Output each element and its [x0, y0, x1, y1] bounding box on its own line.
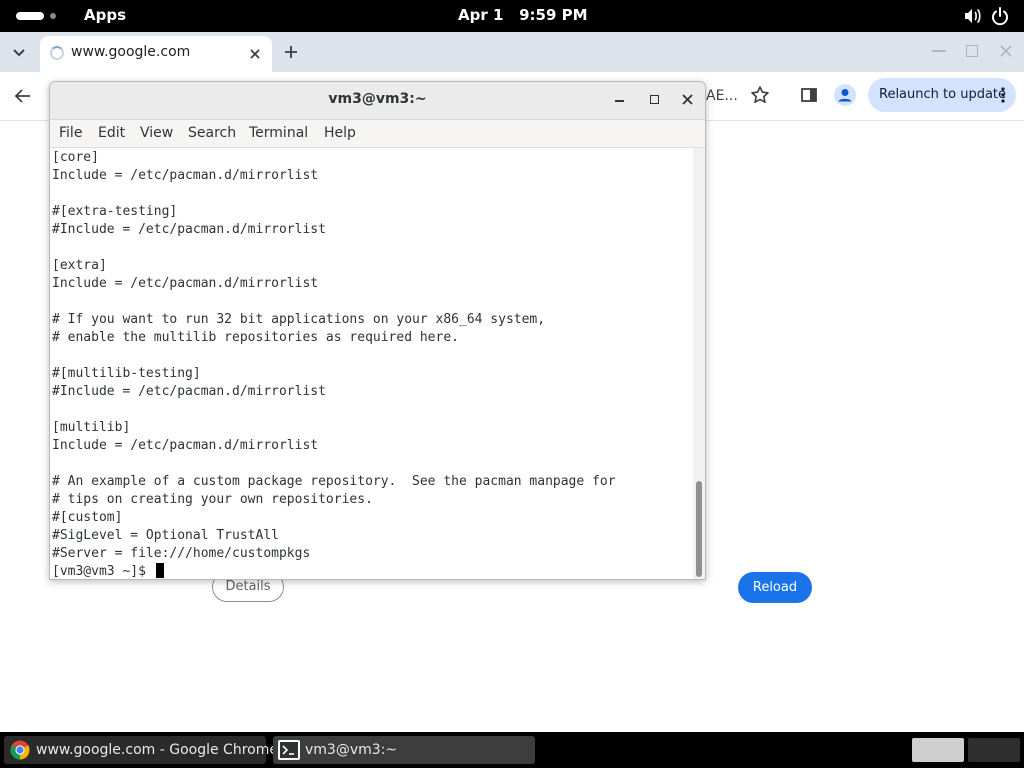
workspace-indicator — [50, 13, 56, 19]
close-tab-icon[interactable] — [247, 46, 263, 62]
tab-title: www.google.com — [71, 44, 191, 60]
back-arrow-icon[interactable] — [13, 86, 33, 106]
terminal-prompt-line[interactable]: [vm3@vm3 ~]$ — [52, 563, 616, 579]
terminal-line: # tips on creating your own repositories… — [52, 492, 373, 507]
taskbar-chrome-label: www.google.com - Google Chrome — [36, 742, 278, 758]
terminal-app-icon — [278, 740, 300, 760]
terminal-lines: [core] Include = /etc/pacman.d/mirrorlist… — [52, 149, 616, 579]
terminal-menubar: File Edit View Search Terminal Help — [50, 120, 705, 148]
scrollbar-thumb[interactable] — [696, 481, 702, 577]
terminal-output[interactable]: [core] Include = /etc/pacman.d/mirrorlist… — [50, 148, 692, 579]
terminal-window: vm3@vm3:~ File Edit View Search Terminal… — [49, 81, 706, 580]
bookmark-star-icon[interactable] — [750, 85, 770, 105]
terminal-cursor — [155, 563, 164, 578]
power-icon[interactable] — [990, 6, 1010, 26]
workspace-2[interactable] — [968, 738, 1020, 762]
terminal-line: # An example of a custom package reposit… — [52, 474, 616, 489]
more-menu-icon — [1001, 87, 1005, 103]
close-window-icon[interactable] — [999, 44, 1013, 58]
terminal-line: #Include = /etc/pacman.d/mirrorlist — [52, 222, 326, 237]
relaunch-to-update-button[interactable]: Relaunch to update — [868, 78, 1016, 112]
menu-help[interactable]: Help — [324, 125, 356, 141]
taskbar-terminal-button[interactable]: vm3@vm3:~ — [273, 736, 535, 764]
terminal-close-icon[interactable] — [681, 93, 694, 106]
terminal-line: #Include = /etc/pacman.d/mirrorlist — [52, 384, 326, 399]
taskbar-chrome-button[interactable]: www.google.com - Google Chrome — [4, 736, 278, 764]
terminal-scrollbar[interactable] — [693, 148, 705, 579]
terminal-line: # If you want to run 32 bit applications… — [52, 312, 546, 327]
activities-button[interactable] — [16, 12, 44, 20]
volume-icon[interactable] — [962, 6, 982, 26]
terminal-line: #Server = file:///home/custompkgs — [52, 546, 311, 561]
terminal-line: #[custom] — [52, 510, 123, 525]
tab-google[interactable]: www.google.com — [40, 36, 272, 72]
maximize-window-icon[interactable] — [966, 45, 978, 57]
terminal-line: [multilib] — [52, 420, 131, 435]
terminal-line: [core] — [52, 150, 99, 165]
chrome-logo-icon — [10, 740, 30, 760]
terminal-prompt: [vm3@vm3 ~]$ — [52, 564, 154, 579]
terminal-minimize-icon[interactable] — [615, 100, 624, 102]
minimize-window-icon[interactable] — [932, 50, 946, 52]
terminal-line: Include = /etc/pacman.d/mirrorlist — [52, 438, 319, 453]
menu-file[interactable]: File — [59, 125, 82, 141]
omnibox-text[interactable]: AE... — [706, 88, 738, 104]
menu-search[interactable]: Search — [188, 125, 236, 141]
relaunch-label: Relaunch to update — [879, 87, 1007, 102]
terminal-line: Include = /etc/pacman.d/mirrorlist — [52, 276, 319, 291]
menu-view[interactable]: View — [140, 125, 173, 141]
menu-edit[interactable]: Edit — [98, 125, 125, 141]
taskbar: www.google.com - Google Chrome vm3@vm3:~ — [0, 732, 1024, 768]
tab-search-icon[interactable] — [10, 43, 28, 61]
terminal-maximize-icon[interactable] — [650, 95, 659, 104]
terminal-line: # enable the multilib repositories as re… — [52, 330, 459, 345]
profile-avatar-icon[interactable] — [834, 84, 856, 106]
terminal-line: #SigLevel = Optional TrustAll — [52, 528, 279, 543]
terminal-title: vm3@vm3:~ — [328, 91, 427, 107]
terminal-line: Include = /etc/pacman.d/mirrorlist — [52, 168, 319, 183]
reload-button[interactable]: Reload — [738, 572, 812, 603]
terminal-line: #[multilib-testing] — [52, 366, 201, 381]
new-tab-icon[interactable] — [282, 43, 300, 61]
terminal-line: #[extra-testing] — [52, 204, 178, 219]
taskbar-terminal-label: vm3@vm3:~ — [305, 742, 398, 758]
loading-spinner-icon — [50, 46, 64, 60]
tab-strip: www.google.com — [0, 32, 1024, 72]
side-panel-icon[interactable] — [800, 86, 818, 104]
apps-menu[interactable]: Apps — [84, 6, 126, 24]
workspace-1[interactable] — [912, 738, 964, 762]
top-bar: Apps Apr 1 9:59 PM — [0, 0, 1024, 32]
clock[interactable]: Apr 1 9:59 PM — [458, 6, 588, 24]
terminal-titlebar[interactable]: vm3@vm3:~ — [50, 82, 705, 120]
terminal-line: [extra] — [52, 258, 107, 273]
menu-terminal[interactable]: Terminal — [249, 125, 308, 141]
